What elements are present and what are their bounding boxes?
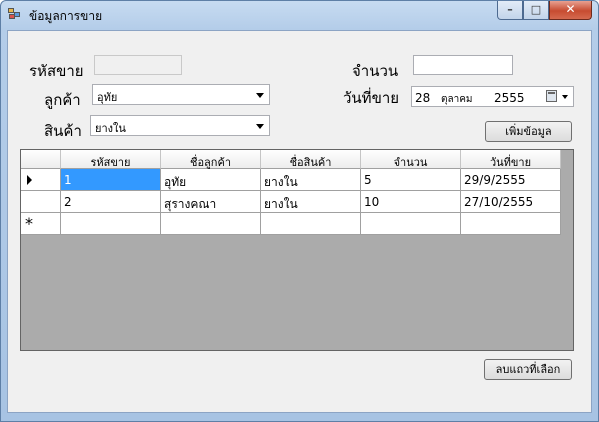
grid-cell[interactable]: 29/9/2555	[461, 169, 561, 191]
calendar-icon[interactable]	[546, 90, 557, 102]
grid-cell[interactable]: 1	[61, 169, 161, 191]
grid-cell[interactable]: สุรางคณา	[161, 191, 261, 213]
chevron-down-icon[interactable]	[562, 95, 568, 99]
sale-date-day[interactable]: 28	[415, 91, 430, 105]
grid-cell-new[interactable]	[261, 213, 361, 235]
sales-data-grid[interactable]: รหัสขาย ชื่อลูกค้า ชื่อสินค้า จำนวน วันท…	[20, 149, 574, 351]
title-bar[interactable]: ข้อมูลการขาย – □ ✕	[1, 1, 598, 29]
grid-cell[interactable]: อุทัย	[161, 169, 261, 191]
sale-date-month[interactable]: ตุลาคม	[441, 92, 473, 107]
column-header-quantity[interactable]: จำนวน	[361, 150, 461, 169]
column-header-product-name[interactable]: ชื่อสินค้า	[261, 150, 361, 169]
main-window: ข้อมูลการขาย – □ ✕ รหัสขาย ลูกค้า สินค้า…	[0, 0, 599, 422]
grid-cell-new[interactable]	[461, 213, 561, 235]
grid-cell-new[interactable]	[161, 213, 261, 235]
grid-cell[interactable]: ยางใน	[261, 191, 361, 213]
column-header-sale-id[interactable]: รหัสขาย	[61, 150, 161, 169]
chevron-down-icon	[256, 93, 264, 98]
chevron-down-icon	[256, 124, 264, 129]
sale-date-label: วันที่ขาย	[343, 89, 400, 107]
maximize-icon: □	[530, 3, 542, 16]
quantity-input[interactable]	[413, 55, 513, 75]
grid-cell-new[interactable]	[361, 213, 461, 235]
product-combo[interactable]: ยางใน	[90, 115, 270, 136]
customer-combo[interactable]: อุทัย	[92, 84, 270, 105]
minimize-icon: –	[507, 3, 513, 16]
quantity-label: จำนวน	[352, 62, 399, 80]
product-label: สินค้า	[44, 122, 82, 140]
column-header-sale-date[interactable]: วันที่ขาย	[461, 150, 561, 169]
sale-id-label: รหัสขาย	[29, 62, 84, 80]
product-combo-value: ยางใน	[95, 122, 126, 135]
row-header-new[interactable]: *	[21, 213, 61, 235]
delete-selected-row-button[interactable]: ลบแถวที่เลือก	[484, 359, 572, 380]
form-client-area: รหัสขาย ลูกค้า สินค้า อุทัย ยางใน จำนวน …	[7, 30, 592, 413]
sale-date-year[interactable]: 2555	[494, 91, 525, 105]
sale-id-input[interactable]	[94, 55, 182, 75]
close-button[interactable]: ✕	[549, 1, 592, 20]
grid-cell[interactable]: 10	[361, 191, 461, 213]
window-title: ข้อมูลการขาย	[29, 9, 103, 23]
close-icon: ✕	[565, 2, 576, 16]
grid-cell[interactable]: 27/10/2555	[461, 191, 561, 213]
grid-cell[interactable]: ยางใน	[261, 169, 361, 191]
customer-combo-value: อุทัย	[97, 91, 118, 104]
customer-label: ลูกค้า	[44, 91, 81, 109]
new-row-icon: *	[25, 214, 33, 233]
maximize-button[interactable]: □	[523, 1, 549, 20]
grid-cell[interactable]: 5	[361, 169, 461, 191]
row-header[interactable]	[21, 191, 61, 213]
add-record-button[interactable]: เพิ่มข้อมูล	[485, 121, 572, 142]
grid-cell[interactable]: 2	[61, 191, 161, 213]
row-header-current[interactable]	[21, 169, 61, 191]
column-header-customer-name[interactable]: ชื่อลูกค้า	[161, 150, 261, 169]
grid-corner-header[interactable]	[21, 150, 61, 169]
sale-date-picker[interactable]: 28 ตุลาคม 2555	[411, 86, 574, 107]
current-row-arrow-icon	[27, 175, 32, 185]
app-icon	[8, 8, 22, 20]
minimize-button[interactable]: –	[497, 1, 523, 20]
grid-cell-new[interactable]	[61, 213, 161, 235]
